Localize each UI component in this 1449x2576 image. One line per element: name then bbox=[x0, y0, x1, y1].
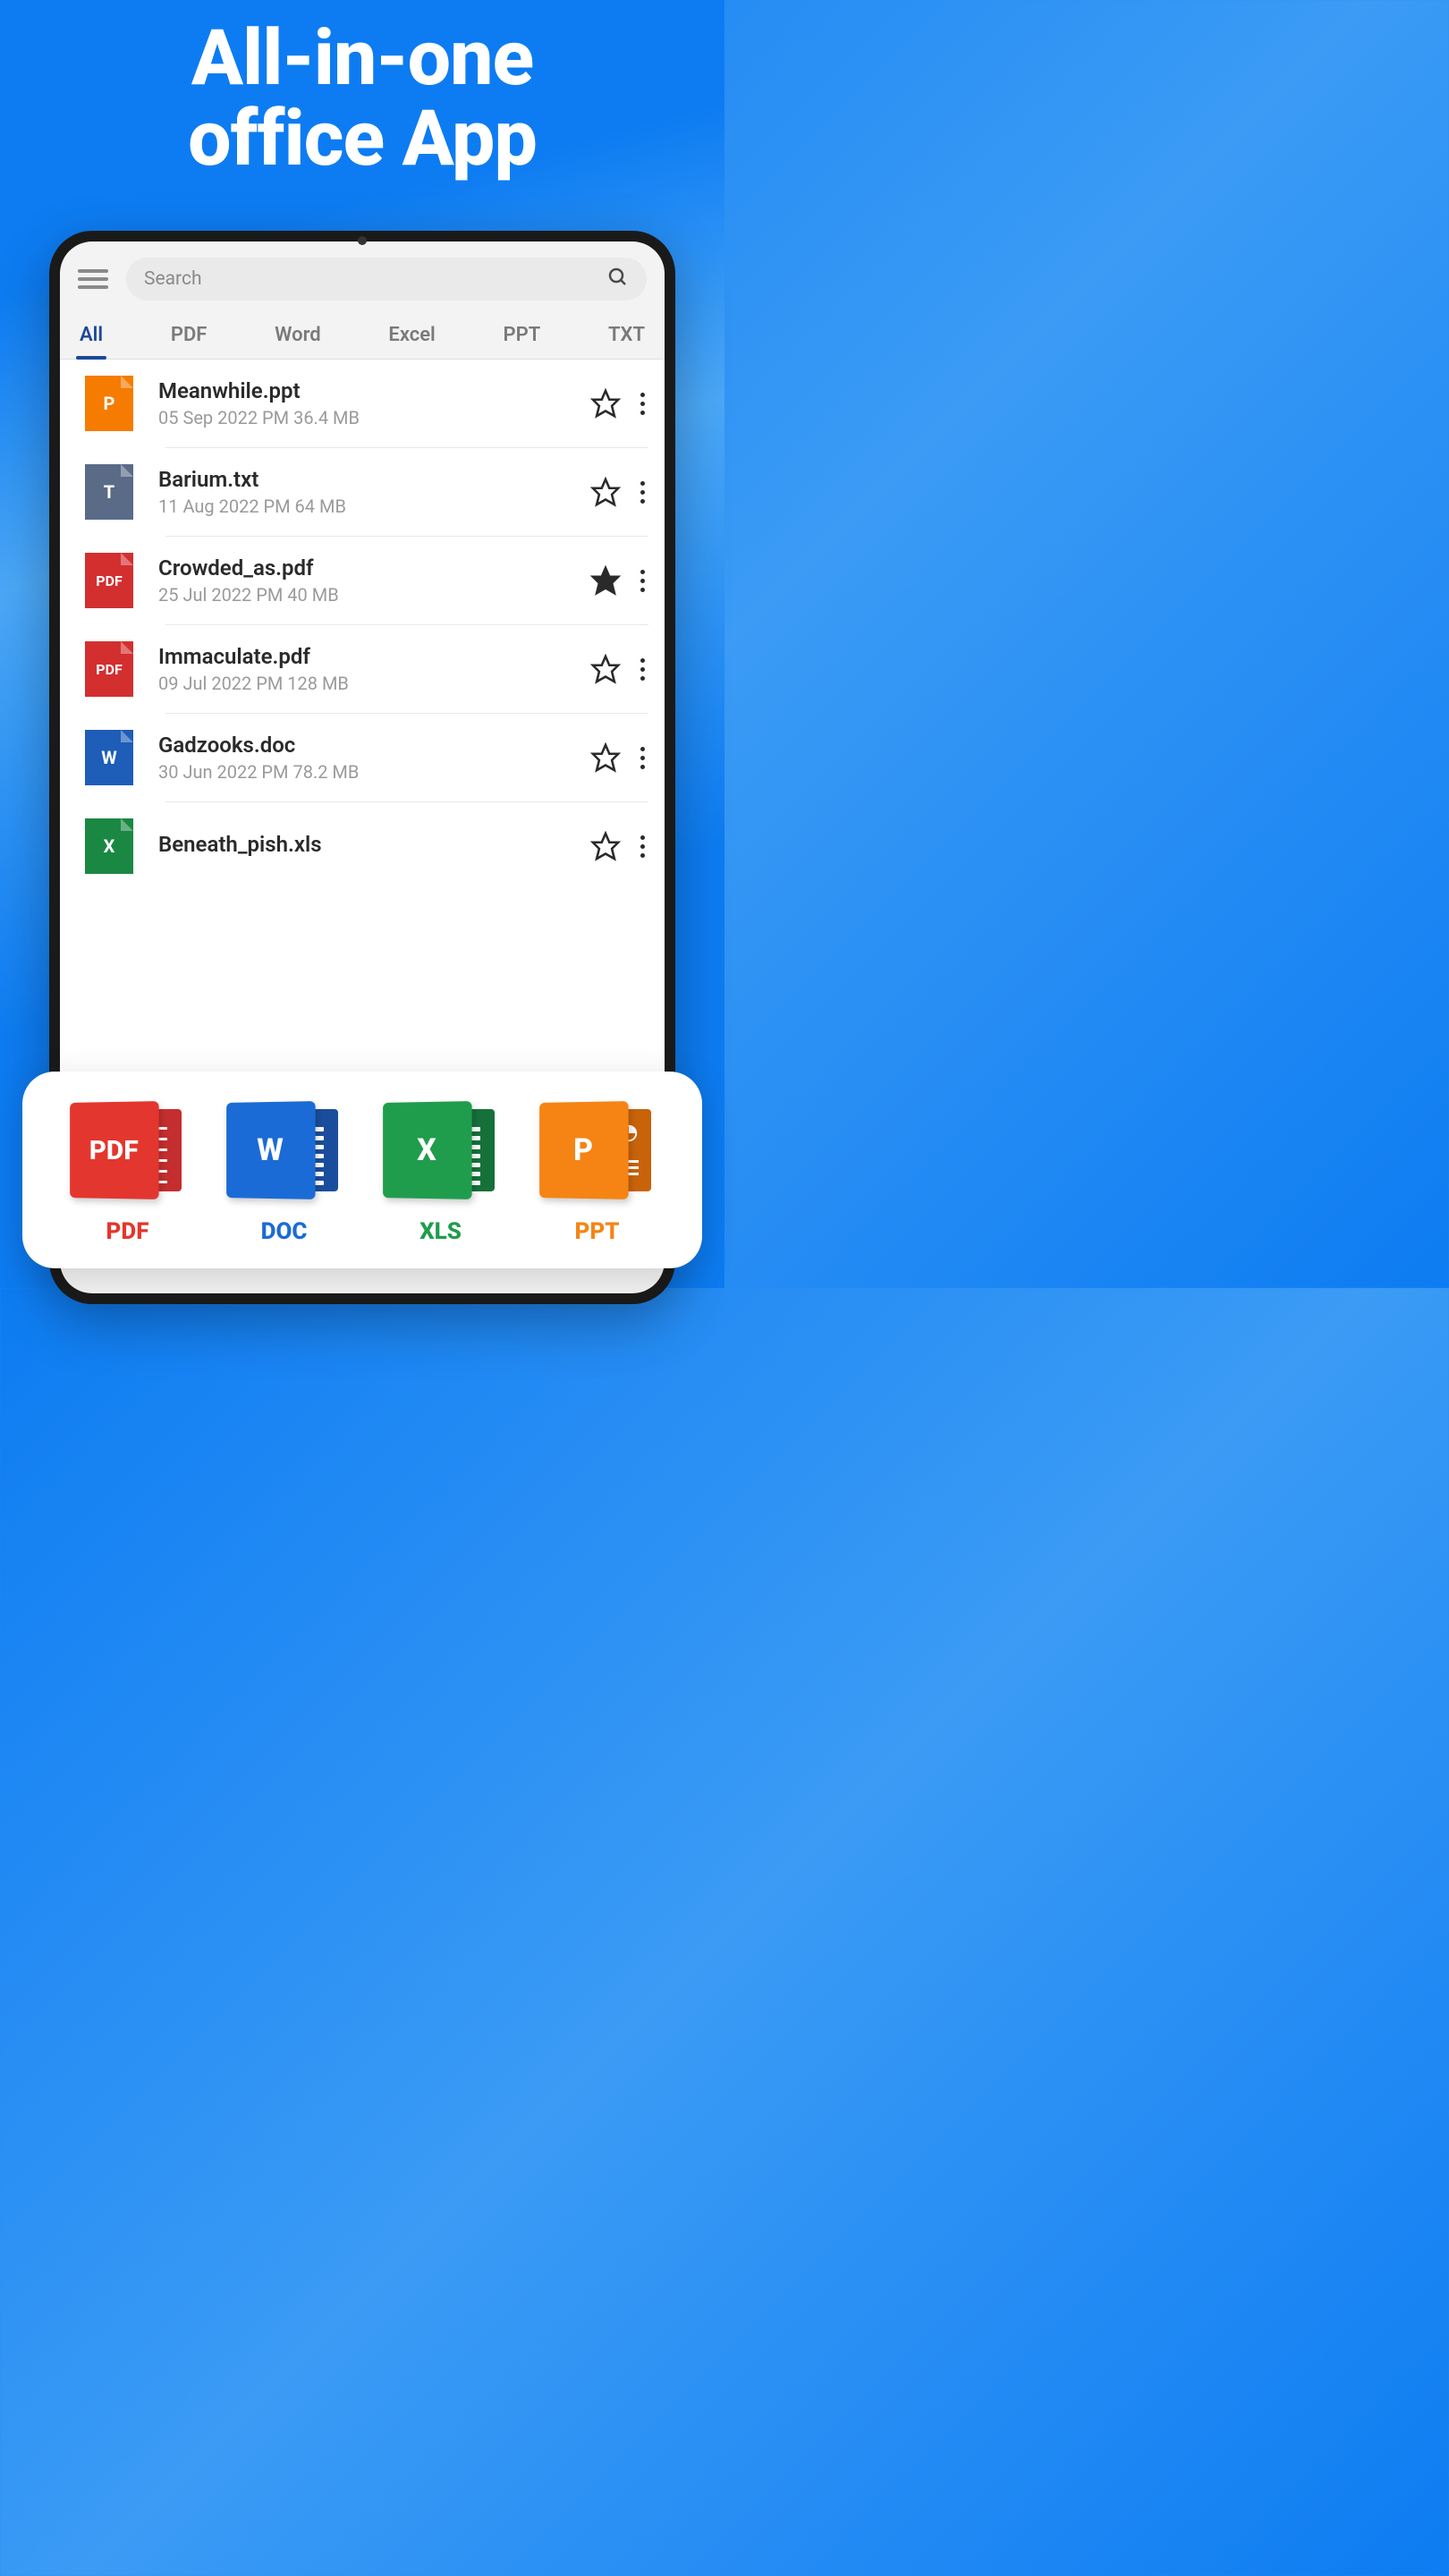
more-icon[interactable] bbox=[637, 389, 648, 419]
file-type-icon: T bbox=[85, 464, 133, 520]
search-placeholder: Search bbox=[144, 268, 202, 290]
more-icon[interactable] bbox=[637, 478, 648, 507]
format-pdf: PDF PDF bbox=[65, 1098, 191, 1245]
tab-pdf[interactable]: PDF bbox=[167, 311, 211, 359]
file-item[interactable]: T Barium.txt 11 Aug 2022 PM 64 MB bbox=[60, 448, 665, 536]
tab-bar: All PDF Word Excel PPT TXT bbox=[60, 311, 665, 360]
more-icon[interactable] bbox=[637, 743, 648, 773]
file-item[interactable]: W Gadzooks.doc 30 Jun 2022 PM 78.2 MB bbox=[60, 714, 665, 801]
more-icon[interactable] bbox=[637, 832, 648, 861]
star-icon[interactable] bbox=[590, 742, 621, 773]
file-item[interactable]: X Beneath_pish.xls bbox=[60, 802, 665, 890]
format-label: DOC bbox=[261, 1218, 308, 1245]
menu-icon[interactable] bbox=[78, 263, 110, 295]
more-icon[interactable] bbox=[637, 655, 648, 684]
format-doc: W DOC bbox=[222, 1098, 347, 1245]
file-meta: 09 Jul 2022 PM 128 MB bbox=[158, 673, 590, 694]
file-name: Crowded_as.pdf bbox=[158, 555, 590, 580]
tab-txt[interactable]: TXT bbox=[605, 311, 648, 359]
file-type-icon: PDF bbox=[85, 553, 133, 608]
format-label: PDF bbox=[106, 1218, 149, 1245]
file-name: Immaculate.pdf bbox=[158, 644, 590, 669]
format-ppt: P PPT bbox=[535, 1098, 660, 1245]
star-icon[interactable] bbox=[590, 477, 621, 507]
search-input[interactable]: Search bbox=[126, 258, 647, 301]
hero-title: All-in-one office App bbox=[0, 0, 724, 180]
tab-word[interactable]: Word bbox=[271, 311, 325, 359]
file-item[interactable]: P Meanwhile.ppt 05 Sep 2022 PM 36.4 MB bbox=[60, 360, 665, 447]
file-meta: 25 Jul 2022 PM 40 MB bbox=[158, 584, 590, 606]
file-item[interactable]: PDF Crowded_as.pdf 25 Jul 2022 PM 40 MB bbox=[60, 537, 665, 624]
tab-all[interactable]: All bbox=[76, 311, 106, 359]
star-icon[interactable] bbox=[590, 388, 621, 419]
more-icon[interactable] bbox=[637, 566, 648, 596]
app-header: Search bbox=[60, 242, 665, 311]
file-meta: 11 Aug 2022 PM 64 MB bbox=[158, 496, 590, 517]
format-card: PDF PDF W DOC bbox=[22, 1072, 702, 1268]
file-item[interactable]: PDF Immaculate.pdf 09 Jul 2022 PM 128 MB bbox=[60, 625, 665, 713]
file-name: Gadzooks.doc bbox=[158, 733, 590, 758]
file-type-icon: P bbox=[85, 376, 133, 431]
tab-ppt[interactable]: PPT bbox=[500, 311, 545, 359]
file-name: Barium.txt bbox=[158, 467, 590, 492]
file-meta: 30 Jun 2022 PM 78.2 MB bbox=[158, 761, 590, 783]
file-list: P Meanwhile.ppt 05 Sep 2022 PM 36.4 MB bbox=[60, 360, 665, 1157]
file-meta: 05 Sep 2022 PM 36.4 MB bbox=[158, 407, 590, 428]
search-icon[interactable] bbox=[607, 267, 629, 292]
file-type-icon: W bbox=[85, 730, 133, 785]
star-icon[interactable] bbox=[590, 831, 621, 861]
format-label: PPT bbox=[575, 1218, 620, 1245]
format-xls: X XLS bbox=[378, 1098, 504, 1245]
star-icon-filled[interactable] bbox=[590, 565, 621, 596]
file-type-icon: PDF bbox=[85, 641, 133, 697]
file-name: Beneath_pish.xls bbox=[158, 832, 590, 857]
star-icon[interactable] bbox=[590, 654, 621, 684]
file-type-icon: X bbox=[85, 818, 133, 874]
format-label: XLS bbox=[419, 1218, 462, 1245]
file-name: Meanwhile.ppt bbox=[158, 378, 590, 403]
tab-excel[interactable]: Excel bbox=[385, 311, 438, 359]
